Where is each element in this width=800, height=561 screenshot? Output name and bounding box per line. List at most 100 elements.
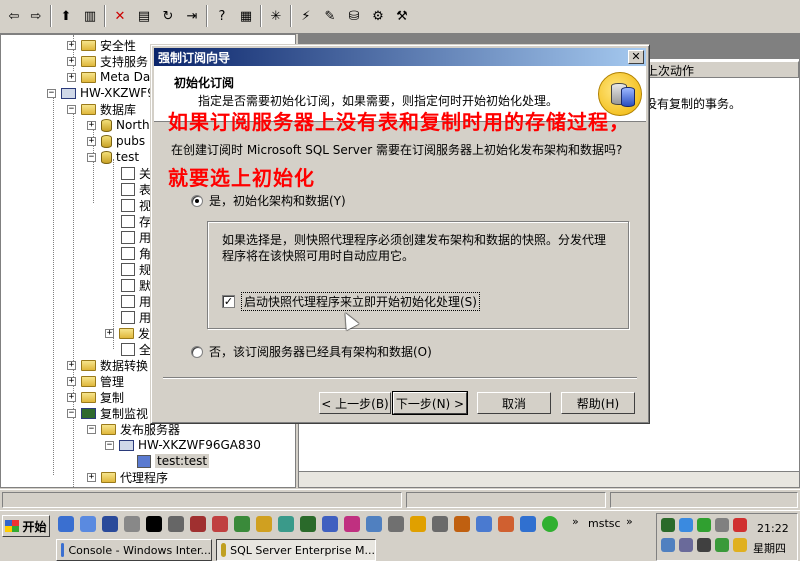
clock-day[interactable]: 星期四 xyxy=(753,540,786,556)
database-icon[interactable]: ⛁ xyxy=(344,6,364,26)
tray-icon[interactable] xyxy=(661,518,675,532)
task-sql-enterprise-manager[interactable]: SQL Server Enterprise M... xyxy=(216,539,376,561)
edit-icon[interactable]: ✎ xyxy=(320,6,340,26)
radio-selected-icon[interactable] xyxy=(191,194,203,207)
tray-icon[interactable] xyxy=(733,538,747,552)
tree-item-roles[interactable]: 角 xyxy=(121,245,151,261)
window-icon[interactable]: ▦ xyxy=(236,6,256,26)
cancel-button[interactable]: 取消 xyxy=(477,392,551,414)
show-tree-icon[interactable]: ▥ xyxy=(80,6,100,26)
clock-time[interactable]: 21:22 xyxy=(757,522,789,535)
ie-icon[interactable] xyxy=(58,516,74,532)
expand-plus-icon[interactable]: + xyxy=(67,72,76,82)
app-icon[interactable] xyxy=(212,516,228,532)
app-icon[interactable] xyxy=(498,516,514,532)
collapse-minus-icon[interactable]: − xyxy=(67,104,76,114)
app-icon[interactable] xyxy=(388,516,404,532)
app-icon[interactable] xyxy=(344,516,360,532)
chevron-icon[interactable]: » xyxy=(626,515,633,528)
tree-item-stored-procedures[interactable]: 存 xyxy=(121,213,151,229)
pencil-icon[interactable] xyxy=(168,516,184,532)
forward-arrow-icon[interactable]: ⇨ xyxy=(26,6,46,26)
app-icon[interactable] xyxy=(234,516,250,532)
checkbox-checked-icon[interactable]: ✓ xyxy=(222,295,235,308)
tray-icon[interactable] xyxy=(733,518,747,532)
tree-item-rules[interactable]: 规 xyxy=(121,261,151,277)
tree-item-diagrams[interactable]: 关 xyxy=(121,165,151,181)
tray-icon[interactable] xyxy=(679,518,693,532)
dialog-titlebar[interactable]: 强制订阅向导 ✕ xyxy=(154,48,646,66)
tray-icon[interactable] xyxy=(715,518,729,532)
query-icon[interactable]: ⚙ xyxy=(368,6,388,26)
expand-plus-icon[interactable]: + xyxy=(67,56,76,66)
collapse-minus-icon[interactable]: − xyxy=(105,440,114,450)
tray-icon[interactable] xyxy=(715,538,729,552)
app-icon[interactable] xyxy=(410,516,426,532)
app-icon[interactable] xyxy=(454,516,470,532)
app-icon[interactable] xyxy=(520,516,536,532)
start-snapshot-agent-checkbox[interactable]: ✓ 启动快照代理程序来立即开始初始化处理(S) xyxy=(222,292,480,311)
tree-item-northwind[interactable]: + North xyxy=(87,117,150,133)
tree-item-fulltext[interactable]: 全 xyxy=(121,341,151,357)
tree-item-pubs[interactable]: + pubs xyxy=(87,133,145,149)
tree-item-defaults[interactable]: 默 xyxy=(121,277,151,293)
outlook-icon[interactable] xyxy=(80,516,96,532)
app-icon[interactable] xyxy=(366,516,382,532)
mstsc-label[interactable]: mstsc xyxy=(588,517,621,530)
tools-icon[interactable] xyxy=(124,516,140,532)
app-icon[interactable] xyxy=(278,516,294,532)
tree-item-dts[interactable]: + 数据转换 xyxy=(67,357,148,373)
collapse-minus-icon[interactable]: − xyxy=(47,88,56,98)
tree-item-views[interactable]: 视 xyxy=(121,197,151,213)
wand-icon[interactable]: ⚡ xyxy=(296,6,316,26)
collapse-minus-icon[interactable]: − xyxy=(67,408,76,418)
expand-plus-icon[interactable]: + xyxy=(67,392,76,402)
option-no-already-has-schema[interactable]: 否，该订阅服务器已经具有架构和数据(O) xyxy=(191,343,432,360)
tree-item-security[interactable]: + 安全性 xyxy=(67,37,136,53)
delete-icon[interactable]: ✕ xyxy=(110,6,130,26)
close-button[interactable]: ✕ xyxy=(628,50,644,64)
wizard-star-icon[interactable]: ✳ xyxy=(266,6,286,26)
app-icon[interactable] xyxy=(476,516,492,532)
tree-item-server[interactable]: − HW-XKZWF96 xyxy=(47,85,162,101)
tree-item-replication[interactable]: + 复制 xyxy=(67,389,124,405)
back-arrow-icon[interactable]: ⇦ xyxy=(4,6,24,26)
app-icon[interactable] xyxy=(300,516,316,532)
help-button[interactable]: 帮助(H) xyxy=(561,392,635,414)
tree-item-support-services[interactable]: + 支持服务 xyxy=(67,53,148,69)
refresh-icon[interactable]: ↻ xyxy=(158,6,178,26)
tree-item-tables[interactable]: 表 xyxy=(121,181,151,197)
tray-icon[interactable] xyxy=(697,538,711,552)
start-button[interactable]: 开始 xyxy=(2,515,50,537)
app-icon[interactable] xyxy=(322,516,338,532)
horizontal-scrollbar[interactable] xyxy=(299,471,799,487)
tray-icon[interactable] xyxy=(679,538,693,552)
properties-icon[interactable]: ▤ xyxy=(134,6,154,26)
app-icon[interactable] xyxy=(256,516,272,532)
expand-plus-icon[interactable]: + xyxy=(67,360,76,370)
app-icon[interactable] xyxy=(542,516,558,532)
expand-plus-icon[interactable]: + xyxy=(87,120,96,130)
app-icon[interactable] xyxy=(190,516,206,532)
tree-item-publisher-server[interactable]: − HW-XKZWF96GA830 xyxy=(105,437,261,453)
tree-item-replication-monitor[interactable]: − 复制监视 xyxy=(67,405,148,421)
tree-item-databases[interactable]: − 数据库 xyxy=(67,101,136,117)
tree-item-publications[interactable]: + 发 xyxy=(105,325,150,341)
tree-item-agents[interactable]: + 代理程序 xyxy=(87,469,168,485)
task-console-ie[interactable]: Console - Windows Inter... xyxy=(56,539,212,561)
tree-item-management[interactable]: + 管理 xyxy=(67,373,124,389)
back-button[interactable]: < 上一步(B) xyxy=(319,392,391,414)
app-icon[interactable] xyxy=(102,516,118,532)
tree-item-publication-test[interactable]: test:test xyxy=(137,453,210,469)
tree-item-users[interactable]: 用 xyxy=(121,229,151,245)
expand-plus-icon[interactable]: + xyxy=(67,40,76,50)
radio-unselected-icon[interactable] xyxy=(191,345,203,358)
up-folder-icon[interactable]: ⬆ xyxy=(56,6,76,26)
expand-plus-icon[interactable]: + xyxy=(105,328,114,338)
option-yes-initialize[interactable]: 是，初始化架构和数据(Y) xyxy=(191,192,346,209)
next-button[interactable]: 下一步(N) > xyxy=(392,391,468,415)
tray-icon[interactable] xyxy=(661,538,675,552)
tray-icon[interactable] xyxy=(697,518,711,532)
tools-icon[interactable]: ⚒ xyxy=(392,6,412,26)
collapse-minus-icon[interactable]: − xyxy=(87,424,96,434)
